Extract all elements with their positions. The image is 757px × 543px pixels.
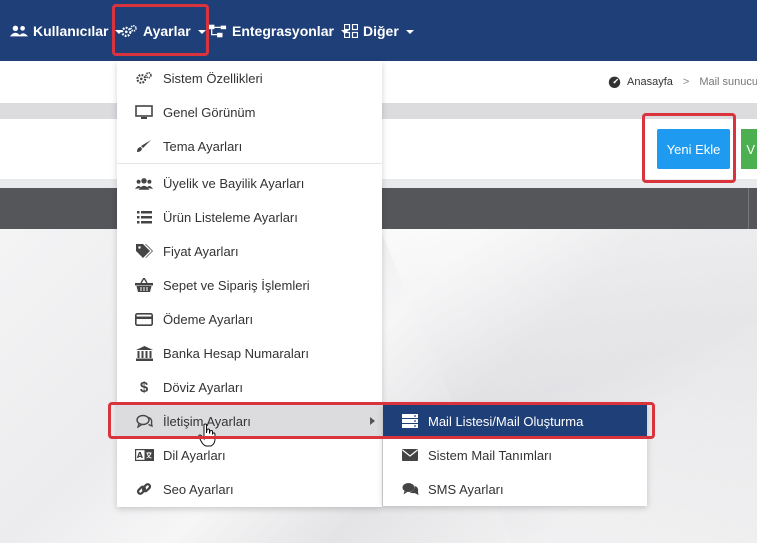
menu-item-label: Döviz Ayarları <box>163 379 243 395</box>
menu-item-label: Dil Ayarları <box>163 447 226 463</box>
menu-item-label: Ürün Listeleme Ayarları <box>163 209 298 225</box>
nav-other-label: Diğer <box>363 22 399 39</box>
envelope-icon <box>401 449 419 461</box>
nav-settings-label: Ayarlar <box>143 22 191 39</box>
basket-icon <box>134 278 154 292</box>
submenu-item-mail-list[interactable]: Mail Listesi/Mail Oluşturma <box>383 404 647 438</box>
submenu-item-system-mail[interactable]: Sistem Mail Tanımları <box>383 438 647 472</box>
menu-item-product-listing-settings[interactable]: Ürün Listeleme Ayarları <box>117 200 382 234</box>
menu-divider <box>117 163 382 164</box>
menu-item-system-features[interactable]: Sistem Özellikleri <box>117 61 382 95</box>
comments-icon <box>134 414 154 428</box>
caret-right-icon <box>370 417 375 425</box>
nav-integrations[interactable]: Entegrasyonlar <box>209 0 349 61</box>
breadcrumb-separator: > <box>682 75 690 88</box>
dollar-icon: $ <box>139 378 149 396</box>
menu-item-label: Genel Görünüm <box>163 104 256 120</box>
secondary-action-button[interactable]: V <box>741 129 757 169</box>
svg-text:A: A <box>136 451 143 460</box>
desktop-icon <box>134 104 154 120</box>
users-icon <box>10 25 28 36</box>
menu-item-bank-accounts[interactable]: Banka Hesap Numaraları <box>117 336 382 370</box>
list-icon <box>134 210 154 224</box>
menu-item-label: Üyelik ve Bayilik Ayarları <box>163 175 305 191</box>
credit-card-icon <box>134 312 154 326</box>
language-icon: A <box>134 449 154 461</box>
sms-comments-icon <box>401 482 419 496</box>
caret-down-icon <box>405 29 414 34</box>
add-new-button[interactable]: Yeni Ekle <box>657 129 730 169</box>
menu-item-currency-settings[interactable]: $ Döviz Ayarları <box>117 370 382 404</box>
menu-item-label: Banka Hesap Numaraları <box>163 345 309 361</box>
breadcrumb-home[interactable]: Anasayfa <box>627 76 673 88</box>
nav-integrations-label: Entegrasyonlar <box>232 22 334 39</box>
gears-icon <box>121 24 137 37</box>
breadcrumb-current: Mail sunucu <box>699 75 757 88</box>
dashboard-icon <box>608 76 621 88</box>
menu-item-general-view[interactable]: Genel Görünüm <box>117 95 382 129</box>
submenu-item-label: Sistem Mail Tanımları <box>428 447 553 463</box>
grid-icon <box>344 23 358 38</box>
menu-item-seo-settings[interactable]: Seo Ayarları <box>117 472 382 506</box>
nav-other[interactable]: Diğer <box>344 0 414 61</box>
menu-item-theme-settings[interactable]: Tema Ayarları <box>117 129 382 163</box>
menu-item-language-settings[interactable]: A Dil Ayarları <box>117 438 382 472</box>
hand-cursor-icon <box>198 423 216 447</box>
nav-users[interactable]: Kullanıcılar <box>10 0 124 61</box>
menu-item-contact-settings[interactable]: İletişim Ayarları <box>117 404 382 438</box>
breadcrumb: Anasayfa > Mail sunucu <box>608 75 757 88</box>
link-icon <box>134 481 154 497</box>
submenu-item-sms-settings[interactable]: SMS Ayarları <box>383 472 647 506</box>
submenu-item-label: SMS Ayarları <box>428 481 504 497</box>
sitemap-icon <box>209 24 227 37</box>
menu-item-label: Fiyat Ayarları <box>163 243 239 259</box>
settings-dropdown-menu: Sistem Özellikleri Genel Görünüm Tema Ay… <box>117 61 382 507</box>
menu-item-label: Sistem Özellikleri <box>163 70 263 86</box>
contact-settings-submenu: Mail Listesi/Mail Oluşturma Sistem Mail … <box>383 404 647 506</box>
tags-icon <box>134 244 154 258</box>
menu-item-membership-settings[interactable]: Üyelik ve Bayilik Ayarları <box>117 166 382 200</box>
caret-down-icon <box>197 29 206 34</box>
nav-users-label: Kullanıcılar <box>33 22 109 39</box>
menu-item-label: Ödeme Ayarları <box>163 311 254 327</box>
server-icon <box>401 414 419 428</box>
menu-item-label: Sepet ve Sipariş İşlemleri <box>163 277 310 293</box>
bank-icon <box>134 345 154 361</box>
top-navbar: Kullanıcılar Ayarlar Entegrasyonlar Diğe… <box>0 0 757 61</box>
submenu-item-label: Mail Listesi/Mail Oluşturma <box>428 413 584 429</box>
nav-settings[interactable]: Ayarlar <box>120 0 206 61</box>
menu-item-label: Seo Ayarları <box>163 481 234 497</box>
menu-item-price-settings[interactable]: Fiyat Ayarları <box>117 234 382 268</box>
users-icon <box>134 177 154 190</box>
brush-icon <box>134 139 154 153</box>
menu-item-cart-orders[interactable]: Sepet ve Sipariş İşlemleri <box>117 268 382 302</box>
menu-item-payment-settings[interactable]: Ödeme Ayarları <box>117 302 382 336</box>
menu-item-label: Tema Ayarları <box>163 138 243 154</box>
gears-icon <box>134 71 154 85</box>
